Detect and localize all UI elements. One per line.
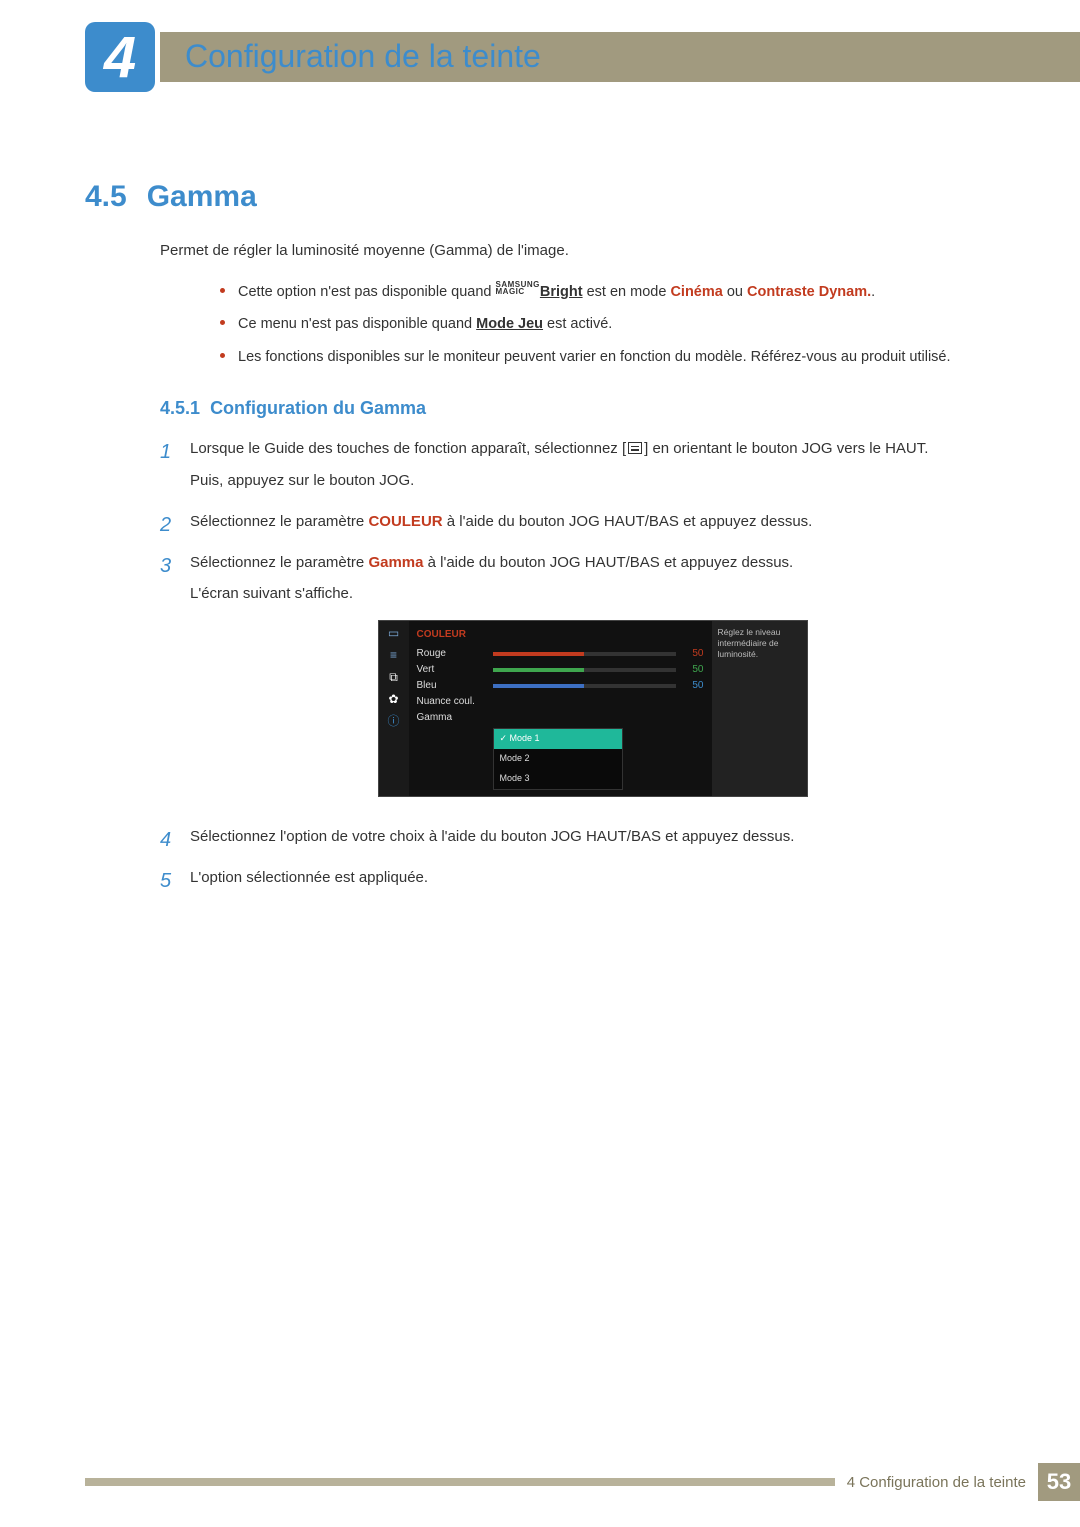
content-area: 4.5 Gamma Permet de régler la luminosité … [85,180,995,907]
step-number: 5 [160,866,190,897]
step-3-text: Sélectionnez le paramètre Gamma à l'aide… [190,551,995,574]
osd-option-mode2: Mode 2 [494,749,622,769]
osd-main: COULEUR Rouge 50 Vert 50 [409,621,712,796]
step-number: 2 [160,510,190,541]
osd-title: COULEUR [417,627,704,643]
footer-bar [85,1478,835,1486]
chapter-number: 4 [104,24,136,91]
osd-option-mode1: Mode 1 [494,729,622,749]
footer-text: 4 Configuration de la teinte [847,1474,1026,1491]
note-bullets: Cette option n'est pas disponible quand … [220,281,985,368]
subsection-number: 4.5.1 [160,398,200,418]
step-number: 3 [160,551,190,815]
bullet-2: Ce menu n'est pas disponible quand Mode … [220,313,985,335]
menu-icon [628,442,642,454]
chapter-title: Configuration de la teinte [185,38,541,75]
osd-info-panel: Réglez le niveau intermédiaire de lumino… [712,621,807,796]
step-1-line-2: Puis, appuyez sur le bouton JOG. [190,469,995,492]
list-icon: ≡ [385,649,403,663]
section-heading: 4.5 Gamma [85,180,995,214]
gear-icon: ✿ [385,693,403,707]
step-4-text: Sélectionnez l'option de votre choix à l… [190,825,995,848]
step-5-text: L'option sélectionnée est appliquée. [190,866,995,889]
step-3-extra: L'écran suivant s'affiche. [190,582,995,605]
section-number: 4.5 [85,180,127,213]
step-number: 4 [160,825,190,856]
osd-row-nuance: Nuance coul. [417,694,704,710]
red-bar-fill [493,652,585,656]
subsection-heading: 4.5.1 Configuration du Gamma [160,398,995,419]
bullet-3: Les fonctions disponibles sur le moniteu… [220,346,985,368]
chapter-number-box: 4 [85,22,155,92]
step-2: 2 Sélectionnez le paramètre COULEUR à l'… [160,510,995,541]
osd-option-mode3: Mode 3 [494,769,622,789]
steps-list: 1 Lorsque le Guide des touches de foncti… [160,437,995,897]
info-icon: ⓘ [385,715,403,729]
footer: 4 Configuration de la teinte 53 [85,1463,1080,1501]
section-intro: Permet de régler la luminosité moyenne (… [160,242,995,259]
osd-gamma-dropdown: Mode 1 Mode 2 Mode 3 [493,728,623,790]
subsection-title: Configuration du Gamma [210,398,426,418]
magic-bright-label: SAMSUNGMAGICBright [496,284,583,300]
monitor-icon: ▭ [385,627,403,641]
step-5: 5 L'option sélectionnée est appliquée. [160,866,995,897]
osd-row-rouge: Rouge 50 [417,646,704,662]
step-3: 3 Sélectionnez le paramètre Gamma à l'ai… [160,551,995,815]
step-1: 1 Lorsque le Guide des touches de foncti… [160,437,995,500]
osd-screenshot: ▭ ≡ ⧉ ✿ ⓘ COULEUR Rouge 50 [190,620,995,797]
step-2-text: Sélectionnez le paramètre COULEUR à l'ai… [190,510,995,533]
size-icon: ⧉ [385,671,403,685]
step-4: 4 Sélectionnez l'option de votre choix à… [160,825,995,856]
osd-row-gamma: Gamma [417,710,704,726]
osd-sidebar: ▭ ≡ ⧉ ✿ ⓘ [379,621,409,796]
osd-row-vert: Vert 50 [417,662,704,678]
step-1-line-1: Lorsque le Guide des touches de fonction… [190,437,995,460]
page-number: 53 [1038,1463,1080,1501]
section-title: Gamma [147,180,257,213]
header: 4 Configuration de la teinte [0,0,1080,120]
osd-row-bleu: Bleu 50 [417,678,704,694]
osd-panel: ▭ ≡ ⧉ ✿ ⓘ COULEUR Rouge 50 [378,620,808,797]
step-number: 1 [160,437,190,500]
bullet-1: Cette option n'est pas disponible quand … [220,281,985,303]
green-bar-fill [493,668,585,672]
blue-bar-fill [493,684,585,688]
